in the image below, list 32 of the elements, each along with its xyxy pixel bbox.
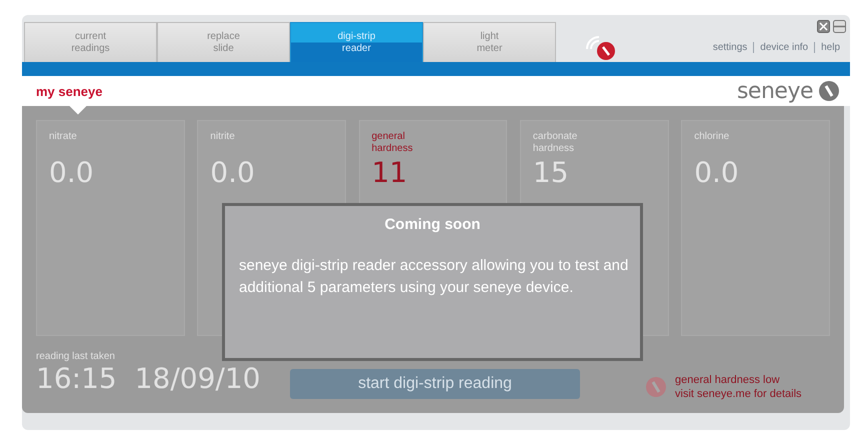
nav-link[interactable]: device info: [753, 42, 814, 53]
reading-label: general hardness: [372, 131, 414, 156]
reading-value: 11: [372, 157, 408, 189]
start-reading-button[interactable]: start digi-strip reading: [290, 369, 580, 399]
warning-text: visit seneye.me for details: [675, 387, 802, 401]
reading-date: 18/09/10: [134, 362, 260, 395]
section-title: my seneye: [36, 84, 102, 98]
reading-label: nitrate: [49, 131, 78, 144]
nav-link[interactable]: settings: [706, 42, 754, 53]
warning-text: general hardness low: [675, 373, 781, 387]
nav-link[interactable]: help: [814, 42, 846, 53]
reading-value: 0.0: [210, 157, 255, 189]
tab[interactable]: current readings: [24, 22, 157, 62]
reading-label: chlorine: [694, 131, 730, 144]
modal-title: Coming soon: [384, 216, 482, 233]
reading-time: 16:15: [36, 362, 117, 395]
reading-value: 15: [532, 157, 569, 189]
warning-icon: [645, 376, 667, 398]
logo-icon: [818, 80, 840, 102]
device-signal-icon: [584, 35, 618, 61]
reading-value: 0.0: [49, 157, 94, 189]
logo-text: seneye: [736, 78, 813, 104]
minimize-icon[interactable]: [833, 20, 846, 33]
reading-label: nitrite: [210, 131, 236, 144]
modal-message: seneye digi-strip reader accessory allowing you to test and additional 5 parameters using your seneye device.: [239, 256, 630, 298]
tab[interactable]: light meter: [423, 22, 556, 62]
reading-value: 0.0: [694, 157, 739, 189]
reading-label: carbonate hardness: [532, 131, 578, 156]
tab[interactable]: digi-strip reader: [290, 22, 423, 62]
tab[interactable]: replace slide: [157, 22, 290, 62]
close-icon[interactable]: [817, 20, 830, 33]
last-reading-label: reading last taken: [36, 351, 116, 362]
